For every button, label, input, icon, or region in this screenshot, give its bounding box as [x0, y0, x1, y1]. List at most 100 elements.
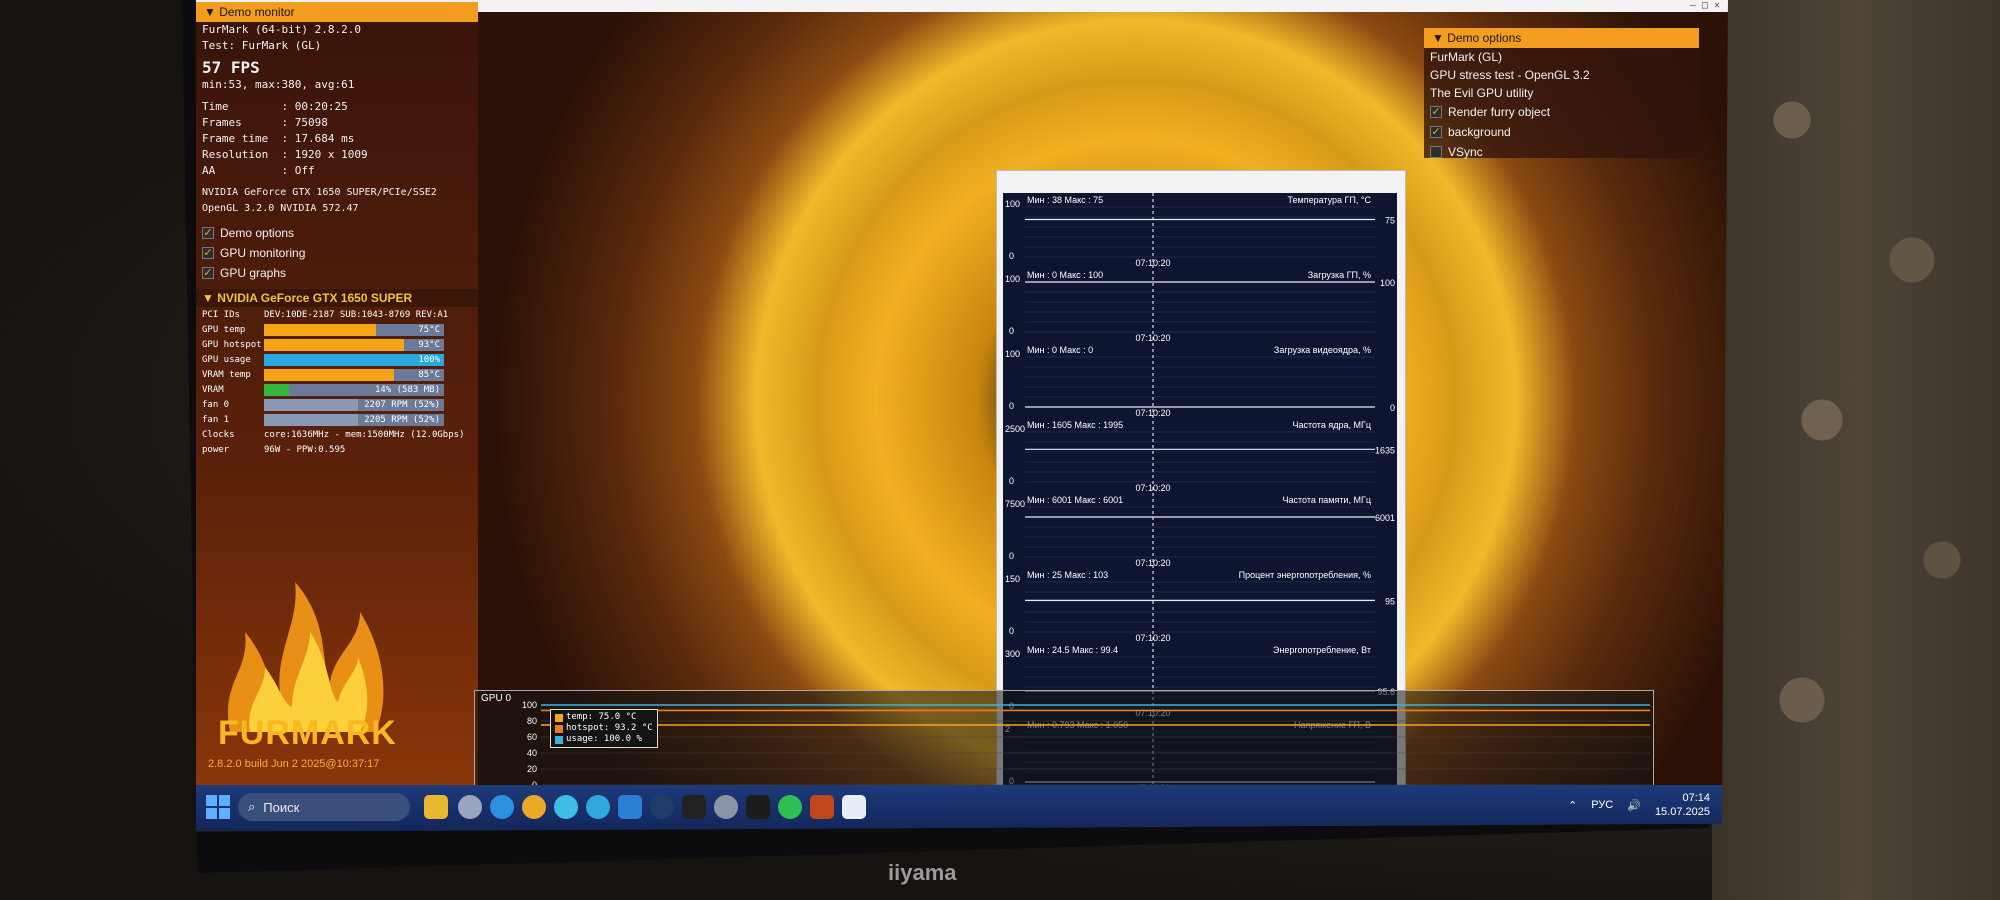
- demo-options-checkbox[interactable]: ✓ Demo options: [196, 223, 478, 243]
- window-controls[interactable]: – □ ✕: [1690, 0, 1720, 11]
- demo-monitor-header[interactable]: ▼ Demo monitor: [196, 2, 478, 22]
- graph-bottom-value: 0: [1009, 251, 1014, 261]
- checkbox-label: GPU graphs: [220, 266, 287, 280]
- demo-monitor-title: Demo monitor: [219, 5, 295, 19]
- telegram-icon[interactable]: [586, 795, 610, 819]
- stat-value: 85°C: [418, 369, 440, 380]
- taskbar-search[interactable]: ⌕ Поиск: [238, 793, 410, 821]
- spotify-icon[interactable]: [778, 795, 802, 819]
- app-icon[interactable]: [842, 795, 866, 819]
- resolution-value: Resolution : 1920 x 1009: [202, 148, 368, 161]
- background-checkbox[interactable]: ✓ background: [1424, 122, 1699, 142]
- history-tick: 80: [527, 716, 537, 726]
- history-tick: 100: [522, 700, 537, 710]
- stat-value: 2205 RPM (52%): [364, 414, 440, 425]
- clock[interactable]: 07:14 15.07.2025: [1655, 791, 1710, 819]
- gpu-renderer: NVIDIA GeForce GTX 1650 SUPER/PCIe/SSE2: [202, 187, 437, 198]
- graph-current-value: 0: [1390, 403, 1395, 413]
- checkbox-label: background: [1448, 125, 1511, 139]
- stat-label: fan 0: [202, 399, 230, 410]
- browser-icon[interactable]: [554, 795, 578, 819]
- app-version: FurMark (64-bit) 2.8.2.0: [202, 23, 361, 36]
- history-tick: 60: [527, 732, 537, 742]
- stat-bar-fill: [264, 383, 290, 396]
- gpu-section-header[interactable]: ▼ NVIDIA GeForce GTX 1650 SUPER: [196, 289, 478, 307]
- history-label: GPU 0: [481, 693, 512, 704]
- pci-ids-row: PCI IDs DEV:10DE-2187 SUB:1043-8769 REV:A…: [196, 307, 478, 322]
- stat-bar-fill: [264, 353, 444, 366]
- stat-bar: 2207 RPM (52%): [264, 398, 444, 411]
- test-name: Test: FurMark (GL): [202, 39, 322, 52]
- legend-label: usage: 100.0 %: [566, 734, 642, 744]
- history-legend: temp: 75.0 °C hotspot: 93.2 °C usage: 100.…: [550, 709, 658, 748]
- history-tick: 40: [527, 748, 537, 758]
- gpu-history-graph: GPU 0 100806040200 temp: 75.0 °Chotspot:…: [474, 690, 1654, 795]
- stat-value: 2207 RPM (52%): [364, 399, 440, 410]
- app-icon[interactable]: [746, 795, 770, 819]
- furmark-icon[interactable]: [810, 795, 834, 819]
- graph-minmax: Мин : 38 Макс : 75: [1027, 195, 1103, 205]
- vscode-icon[interactable]: [618, 795, 642, 819]
- start-button[interactable]: [206, 795, 230, 819]
- legend-swatch: [555, 713, 563, 722]
- chevron-up-icon[interactable]: ⌃: [1568, 799, 1577, 812]
- demo-options-header[interactable]: ▼ Demo options: [1424, 28, 1699, 48]
- legend-swatch: [555, 724, 563, 733]
- legend-entry: usage: 100.0 %: [555, 734, 653, 745]
- checkmark-icon: ✓: [202, 227, 214, 239]
- fps-value: 57 FPS: [202, 58, 260, 77]
- stat-value: 96W - PPW:0.595: [264, 444, 346, 455]
- edge-icon[interactable]: [490, 795, 514, 819]
- graph-minmax: Мин : 0 Макс : 0: [1027, 345, 1093, 355]
- gpu-stat-row: VRAM temp 85°C: [196, 367, 478, 382]
- stat-value: 14% (583 MB): [374, 384, 440, 395]
- graph-top-value: 2500: [1005, 424, 1025, 434]
- graph-title: Частота памяти, МГц: [1283, 495, 1371, 505]
- checkmark-icon: ✓: [202, 267, 214, 279]
- frames-value: Frames : 75098: [202, 116, 328, 129]
- render-furry-checkbox[interactable]: ✓ Render furry object: [1424, 102, 1699, 122]
- app-icon[interactable]: [458, 795, 482, 819]
- aa-value: AA : Off: [202, 164, 315, 177]
- file-explorer-icon[interactable]: [424, 795, 448, 819]
- wallpaper: [1712, 0, 2000, 900]
- graph-minmax: Мин : 25 Макс : 103: [1027, 570, 1108, 580]
- stat-label: Clocks: [202, 429, 235, 440]
- monitor-brand: iiyama: [888, 860, 957, 885]
- chrome-icon[interactable]: [522, 795, 546, 819]
- demo-description: GPU stress test - OpenGL 3.2: [1430, 68, 1590, 82]
- terminal-icon[interactable]: [682, 795, 706, 819]
- clock-date: 15.07.2025: [1654, 806, 1710, 818]
- checkmark-icon: ✓: [1430, 106, 1442, 118]
- graph-top-value: 7500: [1005, 499, 1025, 509]
- stat-bar-fill: [264, 398, 358, 411]
- system-tray: ⌃ РУС 🔊 07:14 15.07.2025: [1568, 791, 1710, 819]
- graph-current-value: 95: [1385, 596, 1395, 606]
- stat-label: power: [202, 444, 230, 455]
- language-indicator[interactable]: РУС: [1591, 799, 1613, 811]
- demo-monitor-panel: ▼ Demo monitor FurMark (64-bit) 2.8.2.0 …: [196, 2, 478, 797]
- graph-title: Частота ядра, МГц: [1292, 420, 1371, 430]
- vsync-checkbox[interactable]: VSync: [1424, 142, 1699, 162]
- clocks-row: Clocks core:1636MHz - mem:1500MHz (12.0Gb…: [196, 427, 478, 442]
- stat-value: core:1636MHz - mem:1500MHz (12.0Gbps): [264, 429, 465, 440]
- fps-stats: min:53, max:380, avg:61: [202, 78, 355, 91]
- volume-icon[interactable]: 🔊: [1627, 799, 1641, 812]
- checkbox-label: GPU monitoring: [220, 246, 306, 260]
- graph-bottom-value: 0: [1009, 476, 1014, 486]
- settings-icon[interactable]: [714, 795, 738, 819]
- stat-value: 75°C: [418, 324, 440, 335]
- graph-top-value: 100: [1005, 274, 1020, 284]
- search-icon: ⌕: [248, 799, 256, 814]
- steam-icon[interactable]: [650, 795, 674, 819]
- gpu-graphs-checkbox[interactable]: ✓ GPU graphs: [196, 263, 478, 283]
- stat-value: DEV:10DE-2187 SUB:1043-8769 REV:A1: [264, 309, 449, 320]
- gpu-stats: GPU temp 75°C GPU hotspot 93°C GPU usage…: [196, 322, 478, 427]
- gpu-monitoring-checkbox[interactable]: ✓ GPU monitoring: [196, 243, 478, 263]
- checkbox-label: Render furry object: [1448, 105, 1551, 119]
- stat-label: VRAM temp: [202, 369, 251, 380]
- demo-name: FurMark (GL): [1430, 50, 1502, 64]
- stat-value: 100%: [418, 354, 440, 365]
- demo-options-panel: ▼ Demo options FurMark (GL) GPU stress t…: [1424, 28, 1699, 159]
- graph-current-value: 1635: [1375, 445, 1395, 455]
